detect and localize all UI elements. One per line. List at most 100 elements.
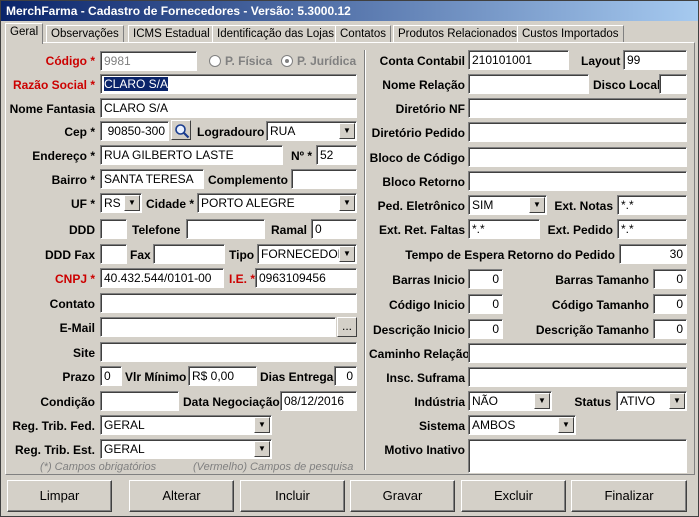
alterar-button[interactable]: Alterar [129,480,234,512]
chevron-down-icon[interactable]: ▼ [339,123,355,139]
tipo-select[interactable]: FORNECEDOR ▼ [257,244,357,264]
complemento-label: Complemento [208,173,289,187]
pessoa-fisica-radio[interactable] [209,55,221,67]
tab-identificacao-lojas[interactable]: Identificação das Lojas [212,25,339,43]
barras-tamanho-field[interactable]: 0 [653,269,687,289]
bloco-retorno-field[interactable] [468,171,687,191]
codigo-inicio-label: Código Inicio [389,298,465,312]
codigo-inicio-field[interactable]: 0 [468,294,503,314]
insc-suframa-field[interactable] [468,367,687,387]
codigo-field[interactable]: 9981 [100,51,197,71]
finalizar-button[interactable]: Finalizar [571,480,687,512]
pessoa-juridica-radio[interactable] [281,55,293,67]
limpar-button[interactable]: Limpar [7,480,112,512]
motivo-inativo-field[interactable] [468,439,687,473]
ddd-fax-field[interactable] [100,244,127,264]
descricao-inicio-label: Descrição Inicio [372,323,465,337]
email-browse-button[interactable]: ... [337,317,357,337]
bloco-retorno-label: Bloco Retorno [382,175,465,189]
ie-field[interactable]: 0963109456 [255,268,357,288]
telefone-field[interactable] [186,219,265,239]
ped-eletronico-select[interactable]: SIM ▼ [468,195,547,215]
logradouro-label: Logradouro [197,125,265,139]
bloco-codigo-field[interactable] [468,147,687,167]
chevron-down-icon[interactable]: ▼ [254,441,270,457]
tab-geral[interactable]: Geral [5,23,44,44]
diretorio-nf-field[interactable] [468,98,687,118]
descricao-inicio-field[interactable]: 0 [468,319,503,339]
vlr-minimo-field[interactable]: R$ 0,00 [188,366,257,386]
ext-notas-field[interactable]: *.* [617,195,687,215]
logradouro-select[interactable]: RUA ▼ [266,121,357,141]
disco-local-field[interactable] [659,74,687,94]
codigo-label: Código * [45,54,95,68]
tab-observacoes[interactable]: Observações [46,25,124,43]
cidade-select[interactable]: PORTO ALEGRE ▼ [197,193,357,213]
cnpj-field[interactable]: 40.432.544/0101-00 [100,268,224,288]
ped-eletronico-label: Ped. Eletrônico [377,199,465,213]
numero-label: Nº * [290,149,312,163]
sistema-select[interactable]: AMBOS ▼ [468,415,576,435]
tab-contatos[interactable]: Contatos [335,25,392,43]
chevron-down-icon[interactable]: ▼ [534,393,550,409]
data-negociacao-field[interactable]: 08/12/2016 [280,391,357,411]
tab-produtos-relacionados[interactable]: Produtos Relacionados [393,25,522,43]
column-divider [364,50,366,470]
reg-trib-est-select[interactable]: GERAL ▼ [100,439,272,459]
logradouro-value: RUA [270,124,296,138]
conta-contabil-field[interactable]: 210101001 [468,50,569,70]
layout-field[interactable]: 99 [623,50,687,70]
ramal-field[interactable]: 0 [311,219,357,239]
industria-select[interactable]: NÃO ▼ [468,391,552,411]
ddd-field[interactable] [100,219,127,239]
descricao-tamanho-label: Descrição Tamanho [535,323,649,337]
chevron-down-icon[interactable]: ▼ [339,246,355,262]
ext-notas-label: Ext. Notas [554,199,613,213]
diretorio-pedido-field[interactable] [468,122,687,142]
email-field[interactable] [100,317,336,337]
numero-field[interactable]: 52 [316,145,357,165]
chevron-down-icon[interactable]: ▼ [558,417,574,433]
chevron-down-icon[interactable]: ▼ [529,197,545,213]
caminho-relacao-field[interactable] [468,343,687,363]
nome-relacao-field[interactable] [468,74,589,94]
codigo-tamanho-field[interactable]: 0 [653,294,687,314]
razao-social-field[interactable]: CLARO S/A [100,74,357,94]
dias-entrega-field[interactable]: 0 [334,366,357,386]
site-field[interactable] [100,342,357,362]
tab-icms-estadual[interactable]: ICMS Estadual [128,25,215,43]
chevron-down-icon[interactable]: ▼ [254,417,270,433]
cep-field[interactable]: 90850-300 [100,121,169,141]
reg-trib-fed-label: Reg. Trib. Fed. [12,419,95,433]
magnifier-icon [175,124,190,139]
tab-custos-importados[interactable]: Custos Importados [517,25,624,43]
complemento-field[interactable] [291,169,357,189]
action-bar: Limpar Alterar Incluir Gravar Excluir Fi… [5,478,695,514]
ext-ret-faltas-field[interactable]: *.* [468,219,540,239]
chevron-down-icon[interactable]: ▼ [669,393,685,409]
ext-pedido-field[interactable]: *.* [617,219,687,239]
excluir-button[interactable]: Excluir [461,480,566,512]
gravar-button[interactable]: Gravar [350,480,455,512]
conta-contabil-label: Conta Contabil [379,54,465,68]
prazo-field[interactable]: 0 [100,366,122,386]
uf-select[interactable]: RS ▼ [100,193,142,213]
chevron-down-icon[interactable]: ▼ [339,195,355,211]
reg-trib-fed-select[interactable]: GERAL ▼ [100,415,272,435]
descricao-tamanho-field[interactable]: 0 [653,319,687,339]
tipo-label: Tipo [229,248,255,262]
nome-fantasia-field[interactable]: CLARO S/A [100,98,357,118]
cep-search-button[interactable] [171,120,191,140]
contato-field[interactable] [100,293,357,313]
chevron-down-icon[interactable]: ▼ [124,195,140,211]
tempo-espera-field[interactable]: 30 [619,244,687,264]
bairro-field[interactable]: SANTA TERESA [100,169,204,189]
barras-inicio-field[interactable]: 0 [468,269,503,289]
incluir-button[interactable]: Incluir [240,480,345,512]
fax-field[interactable] [153,244,225,264]
status-label: Status [574,395,611,409]
endereco-field[interactable]: RUA GILBERTO LASTE [100,145,283,165]
status-select[interactable]: ATIVO ▼ [616,391,687,411]
endereco-label: Endereço * [32,149,95,163]
condicao-field[interactable] [100,391,179,411]
